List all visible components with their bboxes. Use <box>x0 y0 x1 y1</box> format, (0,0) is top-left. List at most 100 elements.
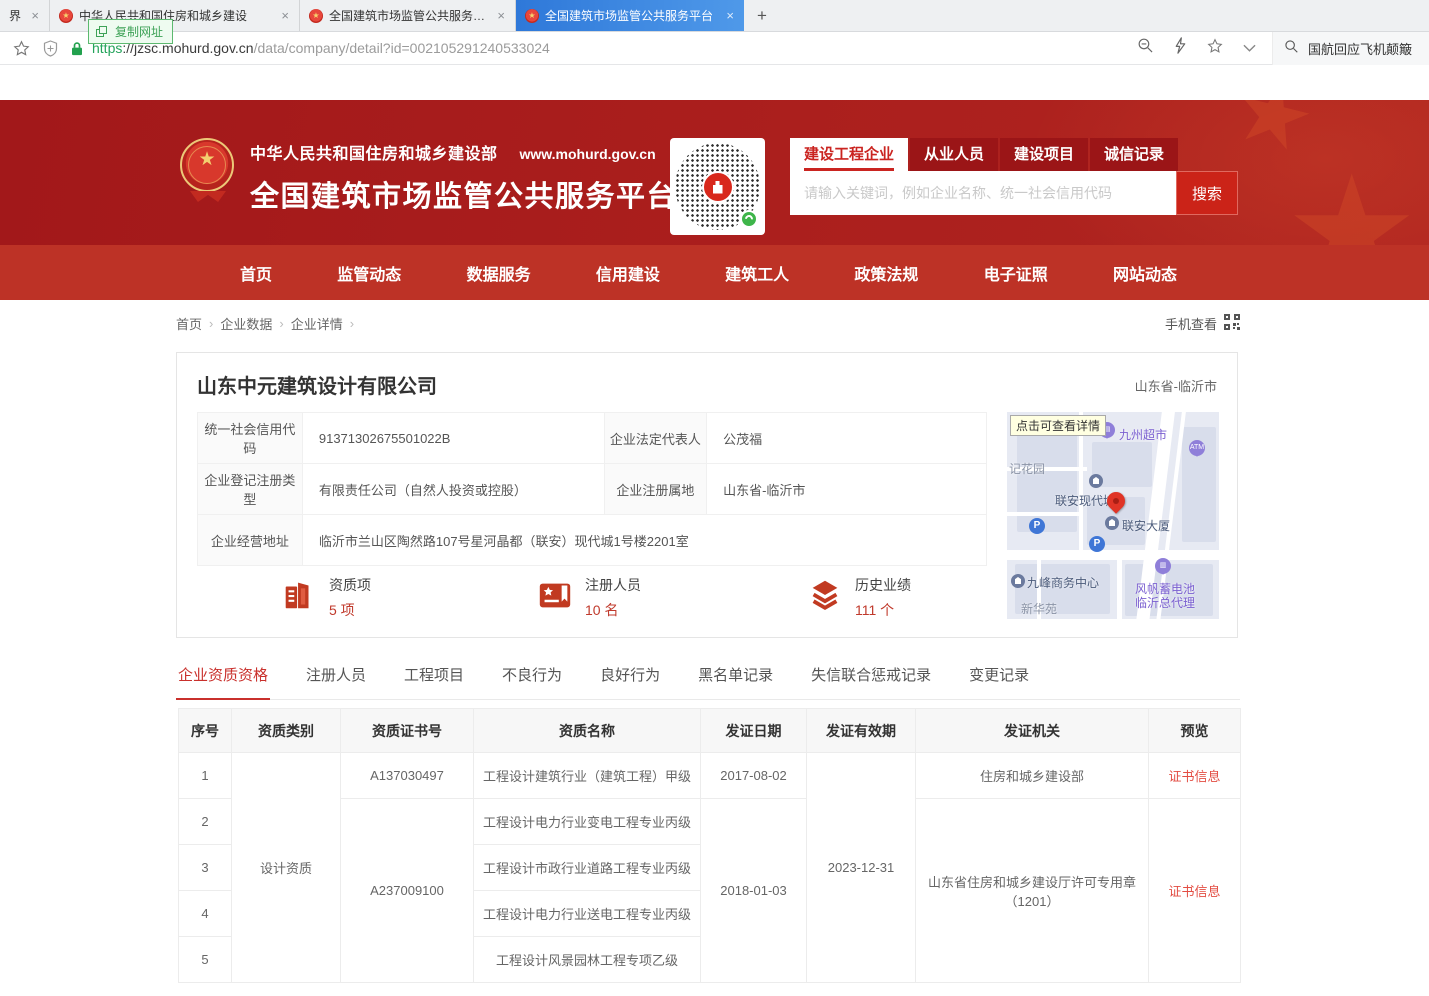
parking-icon: P <box>1029 518 1045 534</box>
map-tooltip: 点击可查看详情 <box>1010 415 1106 436</box>
map-label-xinhua: 新华苑 <box>1021 600 1057 617</box>
hot-search-text: 国航回应飞机颠簸 <box>1308 39 1412 58</box>
credit-code-label: 统一社会信用代码 <box>198 413 303 464</box>
cell-name: 工程设计建筑行业（建筑工程）甲级 <box>474 753 701 799</box>
building-marker-icon <box>1089 474 1103 488</box>
qr-code-icon[interactable] <box>1224 314 1240 333</box>
zoom-out-icon[interactable] <box>1137 37 1154 59</box>
nav-credit[interactable]: 信用建设 <box>596 261 660 285</box>
stat-label: 资质项 <box>329 575 371 595</box>
map-road <box>1007 512 1082 516</box>
layers-icon <box>806 576 844 619</box>
lightning-icon[interactable] <box>1174 37 1187 59</box>
cell-name: 工程设计电力行业送电工程专业丙级 <box>474 891 701 937</box>
breadcrumb-company-data[interactable]: 企业数据 <box>220 314 272 333</box>
cell-index: 2 <box>179 799 232 845</box>
address-label: 企业经营地址 <box>198 515 303 566</box>
stat-historical-performance[interactable]: 历史业绩 111 个 <box>806 575 911 620</box>
col-cert-no: 资质证书号 <box>341 709 474 753</box>
map-block <box>1017 432 1077 532</box>
cell-authority: 山东省住房和城乡建设厅许可专用章（1201） <box>916 799 1149 983</box>
site-header: 中华人民共和国住房和城乡建设部 www.mohurd.gov.cn 全国建筑市场… <box>0 100 1429 245</box>
cell-name: 工程设计电力行业变电工程专业丙级 <box>474 799 701 845</box>
bookmark-star-icon[interactable] <box>13 40 30 57</box>
stat-registered-personnel[interactable]: 注册人员10 名 <box>536 575 641 620</box>
tab-title: 全国建筑市场监管公共服务平台 <box>329 7 490 24</box>
tab-close-icon[interactable]: × <box>496 8 506 23</box>
copy-url-tooltip[interactable]: 复制网址 <box>88 19 173 44</box>
browser-tab-partial[interactable]: 界 × <box>0 0 50 31</box>
browser-tab-jzsc[interactable]: 全国建筑市场监管公共服务平台 × <box>300 0 516 31</box>
site-favicon <box>309 9 323 23</box>
keyword-search-input[interactable] <box>790 171 1176 215</box>
map-label-battery2: 临沂总代理 <box>1135 594 1195 611</box>
nav-workers[interactable]: 建筑工人 <box>725 261 789 285</box>
tab-blacklist[interactable]: 黑名单记录 <box>696 664 775 699</box>
parking-icon: P <box>1089 536 1105 552</box>
nav-home[interactable]: 首页 <box>240 261 272 285</box>
search-tab-personnel[interactable]: 从业人员 <box>910 138 998 171</box>
certificate-info-link[interactable]: 证书信息 <box>1168 769 1220 784</box>
cell-index: 3 <box>179 845 232 891</box>
certificate-info-link[interactable]: 证书信息 <box>1168 884 1220 899</box>
col-category: 资质类别 <box>232 709 341 753</box>
certificate-icon <box>536 576 574 619</box>
search-button[interactable]: 搜索 <box>1176 171 1238 215</box>
col-issue-date: 发证日期 <box>701 709 807 753</box>
header-qr-code <box>670 138 765 235</box>
search-tab-enterprise[interactable]: 建设工程企业 <box>790 138 908 171</box>
tab-dishonesty[interactable]: 失信联合惩戒记录 <box>809 664 933 699</box>
company-info-table: 统一社会信用代码 91371302675501022B 企业法定代表人 公茂福 … <box>197 412 987 566</box>
map-road <box>1117 560 1122 619</box>
building-marker-icon <box>1105 516 1119 530</box>
cell-preview: 证书信息 <box>1149 753 1241 799</box>
mobile-view-label[interactable]: 手机查看 <box>1165 314 1217 333</box>
tab-good-behavior[interactable]: 良好行为 <box>598 664 662 699</box>
favorite-star-icon[interactable] <box>1207 38 1223 59</box>
qualification-table: 序号 资质类别 资质证书号 资质名称 发证日期 发证有效期 发证机关 预览 1 … <box>178 708 1241 983</box>
col-valid-until: 发证有效期 <box>807 709 916 753</box>
cell-category: 设计资质 <box>232 753 341 983</box>
new-tab-button[interactable]: + <box>744 0 780 31</box>
map-label-lianan-tower: 联安大厦 <box>1122 517 1170 534</box>
ministry-url: www.mohurd.gov.cn <box>520 146 656 162</box>
map-road <box>1007 550 1219 560</box>
breadcrumb-home[interactable]: 首页 <box>176 314 202 333</box>
search-tab-credit[interactable]: 诚信记录 <box>1090 138 1178 171</box>
tab-qualifications[interactable]: 企业资质资格 <box>176 664 270 700</box>
breadcrumb-company-detail[interactable]: 企业详情 <box>291 314 343 333</box>
search-tab-project[interactable]: 建设项目 <box>1000 138 1088 171</box>
shield-icon[interactable] <box>43 40 58 57</box>
tab-close-icon[interactable]: × <box>725 8 735 23</box>
nav-certificates[interactable]: 电子证照 <box>984 261 1048 285</box>
stat-qualifications[interactable]: 资质项5 项 <box>280 575 371 620</box>
location-map[interactable]: 点击可查看详情 ▤ 九州超市 ATM 记花园 联安现代城 联安大厦 P P 九峰… <box>1007 412 1219 619</box>
tab-close-icon[interactable]: × <box>30 8 40 23</box>
tab-close-icon[interactable]: × <box>280 8 290 23</box>
nav-data-service[interactable]: 数据服务 <box>467 261 531 285</box>
header-search: 建设工程企业 从业人员 建设项目 诚信记录 搜索 <box>790 138 1238 215</box>
tab-bad-behavior[interactable]: 不良行为 <box>500 664 564 699</box>
table-header-row: 序号 资质类别 资质证书号 资质名称 发证日期 发证有效期 发证机关 预览 <box>179 709 1241 753</box>
stat-value: 111 个 <box>855 600 911 620</box>
company-summary-card: 山东中元建筑设计有限公司 山东省-临沂市 统一社会信用代码 9137130267… <box>176 352 1238 638</box>
cell-issue-date: 2017-08-02 <box>701 753 807 799</box>
tab-change-records[interactable]: 变更记录 <box>967 664 1031 699</box>
browser-tab-active[interactable]: 全国建筑市场监管公共服务平台 × <box>516 0 744 31</box>
nav-supervision[interactable]: 监管动态 <box>337 261 401 285</box>
col-authority: 发证机关 <box>916 709 1149 753</box>
hot-search-box[interactable]: 国航回应飞机颠簸 <box>1272 32 1429 65</box>
site-logo[interactable]: 中华人民共和国住房和城乡建设部 www.mohurd.gov.cn 全国建筑市场… <box>180 138 677 215</box>
nav-site-news[interactable]: 网站动态 <box>1113 261 1177 285</box>
stat-label: 历史业绩 <box>855 575 911 595</box>
table-row: 统一社会信用代码 91371302675501022B 企业法定代表人 公茂福 <box>198 413 987 464</box>
chevron-down-icon[interactable] <box>1243 39 1256 57</box>
tab-registered-personnel[interactable]: 注册人员 <box>304 664 368 699</box>
cell-name: 工程设计市政行业道路工程专业丙级 <box>474 845 701 891</box>
tab-projects[interactable]: 工程项目 <box>402 664 466 699</box>
credit-code-value: 91371302675501022B <box>302 413 604 464</box>
nav-policy[interactable]: 政策法规 <box>854 261 918 285</box>
addressbar-actions <box>1137 37 1272 59</box>
building-marker-icon <box>1011 574 1025 588</box>
col-preview: 预览 <box>1149 709 1241 753</box>
